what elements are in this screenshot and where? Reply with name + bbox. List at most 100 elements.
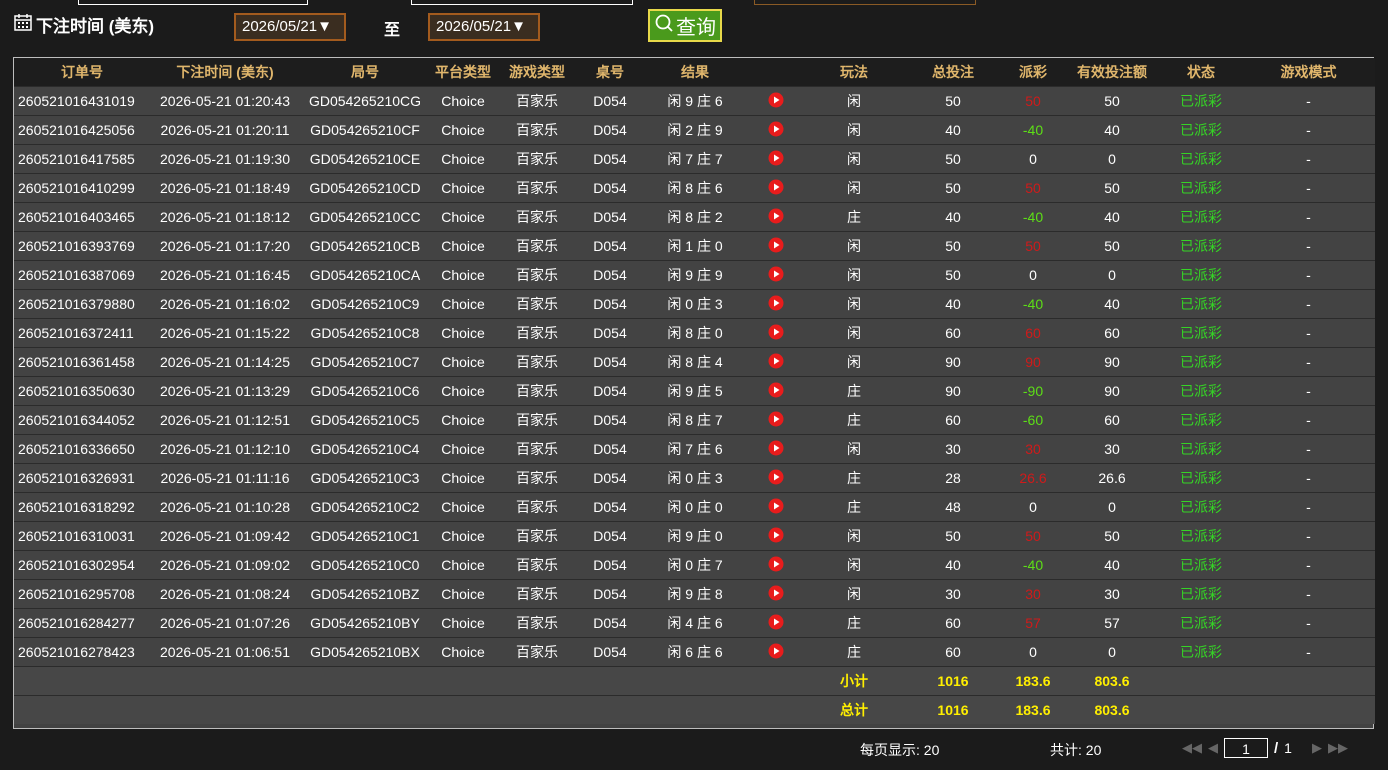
status-cell: 已派彩 (1160, 231, 1242, 261)
replay-cell[interactable] (748, 550, 804, 580)
result-cell: 闲 8 庄 0 (642, 318, 748, 348)
replay-cell[interactable] (748, 405, 804, 435)
empty-cell (642, 666, 748, 696)
platform-cell: Choice (430, 347, 496, 377)
order-no-cell: 260521016425056 (14, 115, 150, 145)
game-mode-cell: - (1242, 492, 1375, 522)
play-video-icon[interactable] (768, 353, 784, 372)
replay-cell[interactable] (748, 347, 804, 377)
replay-cell[interactable] (748, 144, 804, 174)
replay-cell[interactable] (748, 521, 804, 551)
table-row: 260521016278423 2026-05-21 01:06:51 GD0542… (14, 637, 1375, 667)
replay-cell[interactable] (748, 260, 804, 290)
bet-time-cell: 2026-05-21 01:08:24 (150, 579, 300, 609)
total-bet-cell: 60 (904, 318, 1002, 348)
valid-bet-cell: 40 (1064, 115, 1160, 145)
empty-cell (430, 695, 496, 724)
prev-page-icon[interactable]: ◀ (1208, 740, 1218, 756)
play-video-icon[interactable] (768, 92, 784, 111)
play-video-icon[interactable] (768, 150, 784, 169)
table-no-cell: D054 (578, 86, 642, 116)
table-no-cell: D054 (578, 115, 642, 145)
start-date-select[interactable]: 2026/05/21▼ (234, 13, 346, 41)
replay-cell[interactable] (748, 434, 804, 464)
bet-time-cell: 2026-05-21 01:19:30 (150, 144, 300, 174)
payout-cell: 50 (1002, 86, 1064, 116)
game-mode-cell: - (1242, 550, 1375, 580)
play-video-icon[interactable] (768, 121, 784, 140)
table-no-cell: D054 (578, 231, 642, 261)
payout-cell: 0 (1002, 260, 1064, 290)
round-no-cell: GD054265210CA (300, 260, 430, 290)
replay-cell[interactable] (748, 318, 804, 348)
game-mode-cell: - (1242, 579, 1375, 609)
game-type-cell: 百家乐 (496, 115, 578, 145)
payout-cell: -40 (1002, 289, 1064, 319)
replay-cell[interactable] (748, 231, 804, 261)
order-no-cell: 260521016387069 (14, 260, 150, 290)
next-page-icon[interactable]: ▶ (1312, 740, 1322, 756)
play-video-icon[interactable] (768, 208, 784, 227)
replay-cell[interactable] (748, 492, 804, 522)
replay-cell[interactable] (748, 637, 804, 667)
valid-bet-cell: 90 (1064, 347, 1160, 377)
valid-bet-cell: 40 (1064, 202, 1160, 232)
subtotal-row: 小计 1016 183.6 803.6 (14, 666, 1375, 696)
table-row: 260521016379880 2026-05-21 01:16:02 GD0542… (14, 289, 1375, 319)
valid-bet-cell: 40 (1064, 550, 1160, 580)
replay-cell[interactable] (748, 115, 804, 145)
result-cell: 闲 0 庄 0 (642, 492, 748, 522)
round-no-cell: GD054265210CD (300, 173, 430, 203)
play-video-icon[interactable] (768, 614, 784, 633)
replay-cell[interactable] (748, 376, 804, 406)
total-bet-cell: 48 (904, 492, 1002, 522)
play-video-icon[interactable] (768, 469, 784, 488)
game-type-cell: 百家乐 (496, 492, 578, 522)
replay-cell[interactable] (748, 289, 804, 319)
page-number-input[interactable]: 1 (1224, 738, 1268, 758)
query-button-label: 查询 (676, 17, 716, 39)
game-type-cell: 百家乐 (496, 579, 578, 609)
replay-cell[interactable] (748, 173, 804, 203)
table-no-cell: D054 (578, 260, 642, 290)
empty-cell (14, 695, 150, 724)
payout-cell: 0 (1002, 144, 1064, 174)
platform-cell: Choice (430, 492, 496, 522)
play-video-icon[interactable] (768, 237, 784, 256)
bet-time-cell: 2026-05-21 01:10:28 (150, 492, 300, 522)
play-video-icon[interactable] (768, 527, 784, 546)
first-page-icon[interactable]: ◀◀ (1182, 740, 1202, 756)
bet-time-cell: 2026-05-21 01:09:42 (150, 521, 300, 551)
replay-cell[interactable] (748, 86, 804, 116)
round-no-cell: GD054265210C8 (300, 318, 430, 348)
platform-cell: Choice (430, 550, 496, 580)
play-video-icon[interactable] (768, 179, 784, 198)
play-video-icon[interactable] (768, 411, 784, 430)
play-video-icon[interactable] (768, 643, 784, 662)
order-no-cell: 260521016336650 (14, 434, 150, 464)
play-video-icon[interactable] (768, 498, 784, 517)
round-no-cell: GD054265210CB (300, 231, 430, 261)
play-video-icon[interactable] (768, 556, 784, 575)
play-video-icon[interactable] (768, 440, 784, 459)
play-cell: 庄 (804, 376, 904, 406)
play-video-icon[interactable] (768, 295, 784, 314)
replay-cell[interactable] (748, 463, 804, 493)
play-video-icon[interactable] (768, 382, 784, 401)
game-type-cell: 百家乐 (496, 521, 578, 551)
replay-cell[interactable] (748, 202, 804, 232)
total-payout: 183.6 (1002, 695, 1064, 724)
replay-cell[interactable] (748, 579, 804, 609)
valid-bet-cell: 0 (1064, 260, 1160, 290)
query-button[interactable]: 查询 (648, 9, 722, 42)
platform-cell: Choice (430, 521, 496, 551)
play-video-icon[interactable] (768, 266, 784, 285)
table-no-cell: D054 (578, 463, 642, 493)
play-video-icon[interactable] (768, 324, 784, 343)
end-date-select[interactable]: 2026/05/21▼ (428, 13, 540, 41)
last-page-icon[interactable]: ▶▶ (1328, 740, 1348, 756)
order-no-cell: 260521016403465 (14, 202, 150, 232)
replay-cell[interactable] (748, 608, 804, 638)
bet-time-cell: 2026-05-21 01:13:29 (150, 376, 300, 406)
play-video-icon[interactable] (768, 585, 784, 604)
